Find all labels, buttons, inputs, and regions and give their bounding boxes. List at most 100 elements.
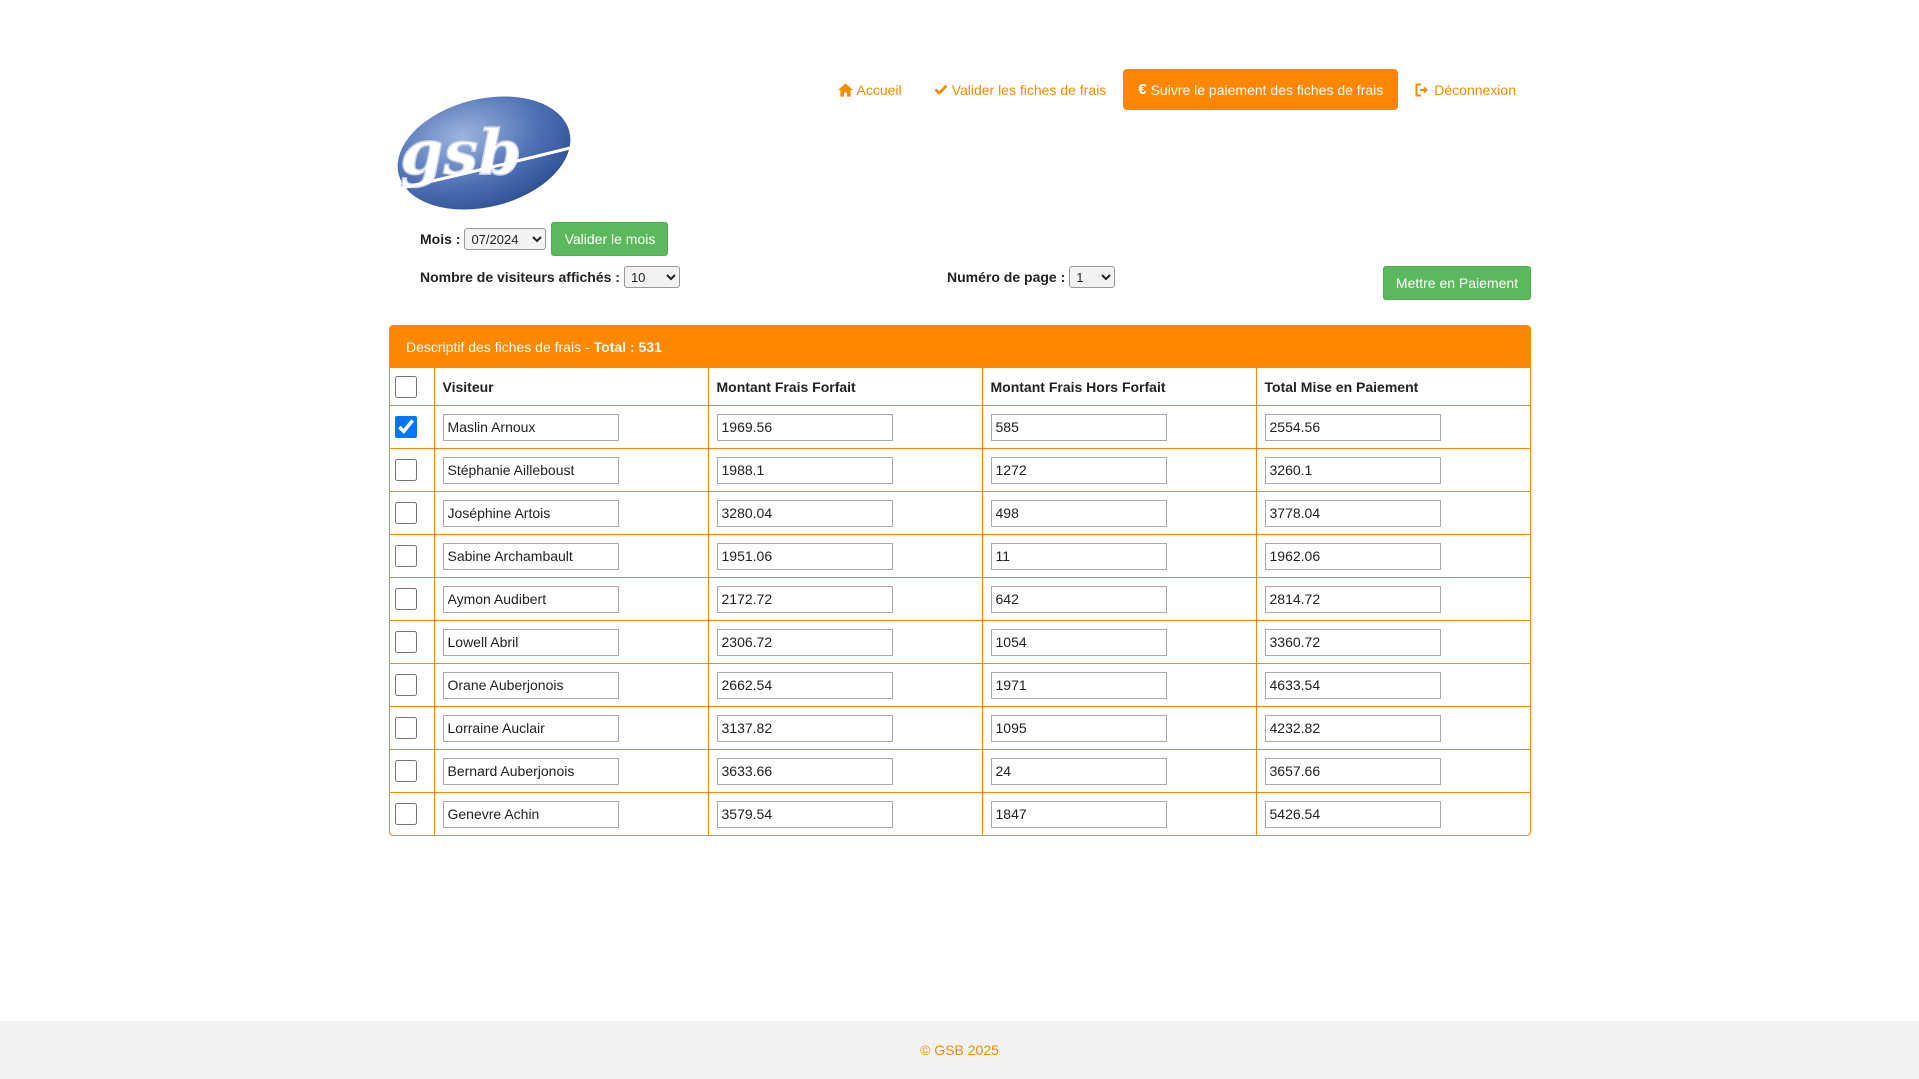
logout-icon	[1415, 83, 1430, 97]
montant-forfait-input[interactable]	[716, 671, 893, 699]
panel-total: Total : 531	[593, 338, 662, 355]
total-paiement-input[interactable]	[1264, 585, 1441, 613]
table-row	[390, 663, 1530, 707]
table-cell	[433, 792, 709, 835]
montant-forfait-input[interactable]	[716, 413, 893, 441]
row-select-cell	[390, 405, 435, 449]
montant-forfait-input[interactable]	[716, 800, 893, 828]
visiteur-input[interactable]	[442, 800, 619, 828]
row-checkbox[interactable]	[395, 717, 417, 739]
table-cell	[707, 749, 983, 793]
total-paiement-input[interactable]	[1264, 671, 1441, 699]
mettre-en-paiement-button[interactable]: Mettre en Paiement	[1383, 266, 1531, 300]
nav-accueil[interactable]: Accueil	[823, 69, 917, 110]
visiteur-input[interactable]	[442, 413, 619, 441]
footer: © GSB 2025	[0, 1021, 1919, 1079]
nav-valider-fiches[interactable]: Valider les fiches de frais	[919, 69, 1122, 110]
nav-label: Suivre le paiement des fiches de frais	[1150, 81, 1384, 98]
header-visiteur: Visiteur	[433, 367, 709, 406]
visiteur-input[interactable]	[442, 628, 619, 656]
nav-suivre-paiement[interactable]: € Suivre le paiement des fiches de frais	[1123, 69, 1399, 110]
table-cell	[981, 405, 1257, 449]
nav-label: Déconnexion	[1434, 81, 1516, 98]
nav-label: Accueil	[856, 81, 902, 98]
visiteur-input[interactable]	[442, 671, 619, 699]
euro-icon: €	[1138, 81, 1147, 98]
row-select-cell	[390, 792, 435, 835]
total-paiement-input[interactable]	[1264, 757, 1441, 785]
table-cell	[1255, 792, 1530, 835]
select-all-cell	[390, 367, 435, 406]
montant-forfait-input[interactable]	[716, 499, 893, 527]
montant-hors-forfait-input[interactable]	[990, 628, 1167, 656]
total-paiement-input[interactable]	[1264, 628, 1441, 656]
total-paiement-input[interactable]	[1264, 413, 1441, 441]
montant-forfait-input[interactable]	[716, 542, 893, 570]
row-select-cell	[390, 534, 435, 578]
montant-forfait-input[interactable]	[716, 456, 893, 484]
nb-visiteurs-select[interactable]: 10	[623, 266, 680, 288]
page-number-filter: Numéro de page : 1	[947, 266, 1116, 288]
montant-hors-forfait-input[interactable]	[990, 800, 1167, 828]
table-cell	[981, 663, 1257, 707]
row-checkbox[interactable]	[395, 459, 417, 481]
montant-hors-forfait-input[interactable]	[990, 671, 1167, 699]
table-cell	[1255, 448, 1530, 492]
table-cell	[433, 534, 709, 578]
month-filter: Mois : 07/2024 Valider le mois	[420, 222, 669, 256]
visiteur-input[interactable]	[442, 757, 619, 785]
visiteur-input[interactable]	[442, 714, 619, 742]
visiteur-input[interactable]	[442, 499, 619, 527]
row-checkbox[interactable]	[395, 416, 417, 438]
table-row	[390, 792, 1530, 835]
table-cell	[981, 792, 1257, 835]
top-nav: Accueil Valider les fiches de frais € Su…	[821, 69, 1532, 110]
montant-hors-forfait-input[interactable]	[990, 456, 1167, 484]
nb-visiteurs-label: Nombre de visiteurs affichés :	[420, 269, 620, 285]
visiteur-input[interactable]	[442, 456, 619, 484]
row-checkbox[interactable]	[395, 760, 417, 782]
mois-select[interactable]: 07/2024	[464, 228, 547, 250]
montant-hors-forfait-input[interactable]	[990, 542, 1167, 570]
table-row	[390, 534, 1530, 578]
valider-mois-button[interactable]: Valider le mois	[551, 222, 669, 256]
montant-hors-forfait-input[interactable]	[990, 757, 1167, 785]
row-checkbox[interactable]	[395, 631, 417, 653]
montant-hors-forfait-input[interactable]	[990, 585, 1167, 613]
row-checkbox[interactable]	[395, 674, 417, 696]
montant-forfait-input[interactable]	[716, 757, 893, 785]
visitors-count-filter: Nombre de visiteurs affichés : 10	[420, 266, 680, 288]
nav-label: Valider les fiches de frais	[951, 81, 1107, 98]
table-cell	[1255, 706, 1530, 750]
table-cell	[981, 448, 1257, 492]
total-paiement-input[interactable]	[1264, 800, 1441, 828]
montant-forfait-input[interactable]	[716, 628, 893, 656]
row-select-cell	[390, 706, 435, 750]
table-cell	[433, 620, 709, 664]
montant-hors-forfait-input[interactable]	[990, 499, 1167, 527]
montant-forfait-input[interactable]	[716, 585, 893, 613]
table-cell	[981, 534, 1257, 578]
row-checkbox[interactable]	[395, 588, 417, 610]
home-icon	[837, 82, 853, 97]
row-checkbox[interactable]	[395, 803, 417, 825]
fiches-table: Visiteur Montant Frais Forfait Montant F…	[390, 367, 1530, 835]
row-checkbox[interactable]	[395, 545, 417, 567]
montant-forfait-input[interactable]	[716, 714, 893, 742]
panel-title: Descriptif des fiches de frais -	[406, 338, 590, 355]
total-paiement-input[interactable]	[1264, 542, 1441, 570]
visiteur-input[interactable]	[442, 585, 619, 613]
visiteur-input[interactable]	[442, 542, 619, 570]
total-paiement-input[interactable]	[1264, 499, 1441, 527]
total-paiement-input[interactable]	[1264, 456, 1441, 484]
row-select-cell	[390, 577, 435, 621]
row-checkbox[interactable]	[395, 502, 417, 524]
nav-deconnexion[interactable]: Déconnexion	[1400, 69, 1531, 110]
page-select[interactable]: 1	[1069, 266, 1116, 288]
montant-hors-forfait-input[interactable]	[990, 714, 1167, 742]
montant-hors-forfait-input[interactable]	[990, 413, 1167, 441]
select-all-checkbox[interactable]	[395, 375, 417, 398]
table-cell	[433, 405, 709, 449]
table-cell	[981, 706, 1257, 750]
total-paiement-input[interactable]	[1264, 714, 1441, 742]
